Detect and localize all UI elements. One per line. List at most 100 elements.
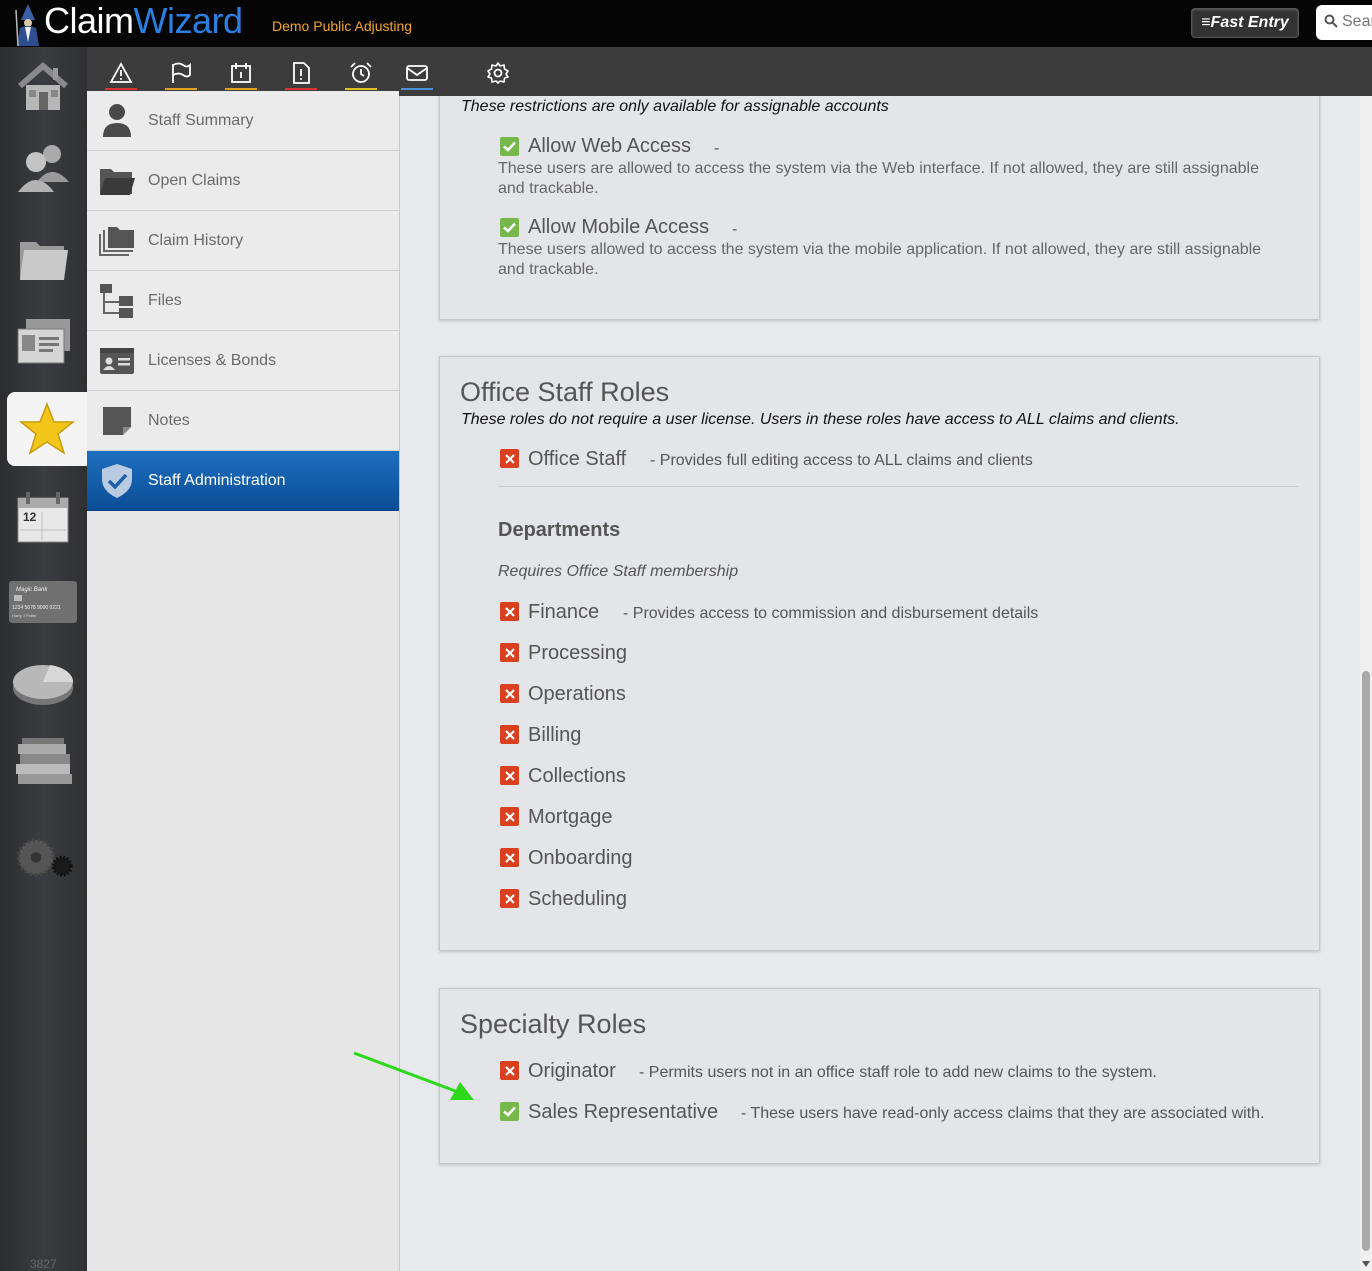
originator-label: Originator: [528, 1060, 616, 1082]
top-header: ClaimWizard Demo Public Adjusting ≡Fast …: [0, 0, 1372, 47]
mobile-access-help: These users allowed to access the system…: [498, 241, 1262, 278]
bank-card-icon[interactable]: Magic Bank 1234 5678 9000 0221 Harry J Pot…: [8, 567, 78, 637]
departments-note: Requires Office Staff membership: [498, 563, 739, 580]
dept-finance-label: Finance: [528, 601, 600, 623]
submenu-item-staff-summary[interactable]: Staff Summary: [87, 91, 399, 151]
access-restrictions-panel: These restrictions are only available fo…: [439, 96, 1320, 320]
mobile-access-checkbox[interactable]: [500, 218, 519, 237]
dept-collections-label: Collections: [528, 765, 626, 787]
contacts-icon[interactable]: [8, 132, 78, 202]
search-icon: [1324, 14, 1338, 28]
dept-collections-checkbox[interactable]: [500, 766, 519, 785]
office-staff-desc: - Provides full editing access to ALL cl…: [650, 452, 1033, 469]
web-access-checkbox[interactable]: [500, 137, 519, 156]
office-staff-checkbox[interactable]: [500, 449, 519, 468]
note-icon: [99, 403, 135, 439]
search-input[interactable]: [1342, 13, 1372, 31]
books-icon[interactable]: [8, 727, 78, 797]
dept-mortgage-checkbox[interactable]: [500, 807, 519, 826]
dept-onboarding-checkbox[interactable]: [500, 848, 519, 867]
calendar-task-icon[interactable]: [225, 57, 257, 90]
web-access-label: Allow Web Access: [528, 135, 692, 157]
alert-icon[interactable]: [105, 57, 137, 90]
svg-text:12: 12: [23, 510, 37, 524]
submenu-item-licenses-bonds[interactable]: Licenses & Bonds: [87, 331, 399, 391]
specialty-roles-panel: Specialty Roles Originator - Permits use…: [439, 988, 1320, 1164]
submenu-label: Licenses & Bonds: [148, 351, 277, 369]
web-access-dash: -: [714, 140, 720, 157]
fast-entry-button[interactable]: ≡Fast Entry: [1191, 8, 1299, 38]
submenu-item-claim-history[interactable]: Claim History: [87, 211, 399, 271]
calendar-icon[interactable]: 12: [8, 482, 78, 552]
app-logo-text: ClaimWizard: [44, 0, 243, 41]
dept-operations-label: Operations: [528, 683, 626, 705]
file-tree-icon: [99, 283, 135, 319]
dept-processing-checkbox[interactable]: [500, 643, 519, 662]
office-staff-roles-panel: Office Staff Roles These roles do not re…: [439, 356, 1320, 951]
scroll-down-arrow-icon[interactable]: [1362, 1261, 1370, 1267]
access-note: These restrictions are only available fo…: [461, 98, 889, 115]
mobile-access-dash: -: [732, 221, 738, 238]
open-folder-icon: [99, 163, 135, 199]
dept-mortgage-label: Mortgage: [528, 806, 613, 828]
office-staff-label: Office Staff: [528, 448, 627, 470]
submenu-label: Open Claims: [148, 171, 241, 189]
folders-icon: [99, 223, 135, 259]
web-access-help: These users are allowed to access the sy…: [498, 160, 1259, 197]
star-icon[interactable]: [7, 392, 87, 466]
company-name: Demo Public Adjusting: [272, 18, 413, 34]
svg-text:1234 5678 9000 0221: 1234 5678 9000 0221: [12, 605, 61, 611]
submenu-label: Files: [148, 291, 182, 309]
svg-text:Harry J Potter: Harry J Potter: [12, 613, 37, 618]
vertical-scrollbar[interactable]: [1360, 96, 1372, 1271]
record-count: 3827: [30, 1257, 57, 1271]
dept-billing-label: Billing: [528, 724, 582, 746]
flag-icon[interactable]: [165, 57, 197, 90]
annotation-arrow: [353, 1051, 474, 1100]
gears-icon[interactable]: [8, 825, 78, 895]
dept-onboarding-label: Onboarding: [528, 847, 633, 869]
originator-desc: - Permits users not in an office staff r…: [639, 1064, 1157, 1081]
submenu-item-notes[interactable]: Notes: [87, 391, 399, 451]
submenu-label: Staff Administration: [148, 471, 286, 489]
submenu-item-files[interactable]: Files: [87, 271, 399, 331]
dept-scheduling-checkbox[interactable]: [500, 889, 519, 908]
dept-processing-label: Processing: [528, 642, 627, 664]
dept-operations-checkbox[interactable]: [500, 684, 519, 703]
originator-checkbox[interactable]: [500, 1061, 519, 1080]
sales-representative-desc: - These users have read-only access clai…: [741, 1105, 1265, 1122]
scrollbar-thumb[interactable]: [1362, 671, 1370, 1251]
dept-finance-checkbox[interactable]: [500, 602, 519, 621]
folder-icon[interactable]: [8, 222, 78, 292]
submenu-label: Notes: [148, 411, 190, 429]
specialty-roles-title: Specialty Roles: [460, 1009, 647, 1039]
settings-icon[interactable]: [482, 57, 514, 89]
cards-icon[interactable]: [8, 307, 78, 377]
mobile-access-label: Allow Mobile Access: [528, 216, 710, 238]
pie-chart-icon[interactable]: [8, 647, 78, 717]
document-alert-icon[interactable]: [285, 57, 317, 90]
person-icon: [99, 103, 135, 139]
submenu-label: Claim History: [148, 231, 244, 249]
submenu-label: Staff Summary: [148, 111, 254, 129]
mail-icon[interactable]: [401, 57, 433, 90]
shield-check-icon: [99, 463, 135, 499]
office-roles-title: Office Staff Roles: [460, 377, 670, 407]
divider: [498, 486, 1298, 487]
dept-billing-checkbox[interactable]: [500, 725, 519, 744]
home-icon[interactable]: [8, 52, 78, 122]
submenu-item-staff-administration[interactable]: Staff Administration: [87, 451, 399, 511]
submenu-item-open-claims[interactable]: Open Claims: [87, 151, 399, 211]
alarm-clock-icon[interactable]: [345, 57, 377, 90]
main-content: These restrictions are only available fo…: [400, 96, 1360, 1271]
id-card-icon: [99, 343, 135, 379]
wizard-logo-icon: [12, 2, 44, 47]
dept-scheduling-label: Scheduling: [528, 888, 627, 910]
office-roles-note: These roles do not require a user licens…: [461, 411, 1180, 428]
sales-representative-label: Sales Representative: [528, 1101, 719, 1123]
toolbar: [87, 47, 1372, 96]
search-box[interactable]: [1316, 5, 1372, 40]
sales-representative-checkbox[interactable]: [500, 1102, 519, 1121]
svg-text:Magic Bank: Magic Bank: [16, 587, 48, 593]
dept-finance-desc: - Provides access to commission and disb…: [623, 605, 1039, 622]
